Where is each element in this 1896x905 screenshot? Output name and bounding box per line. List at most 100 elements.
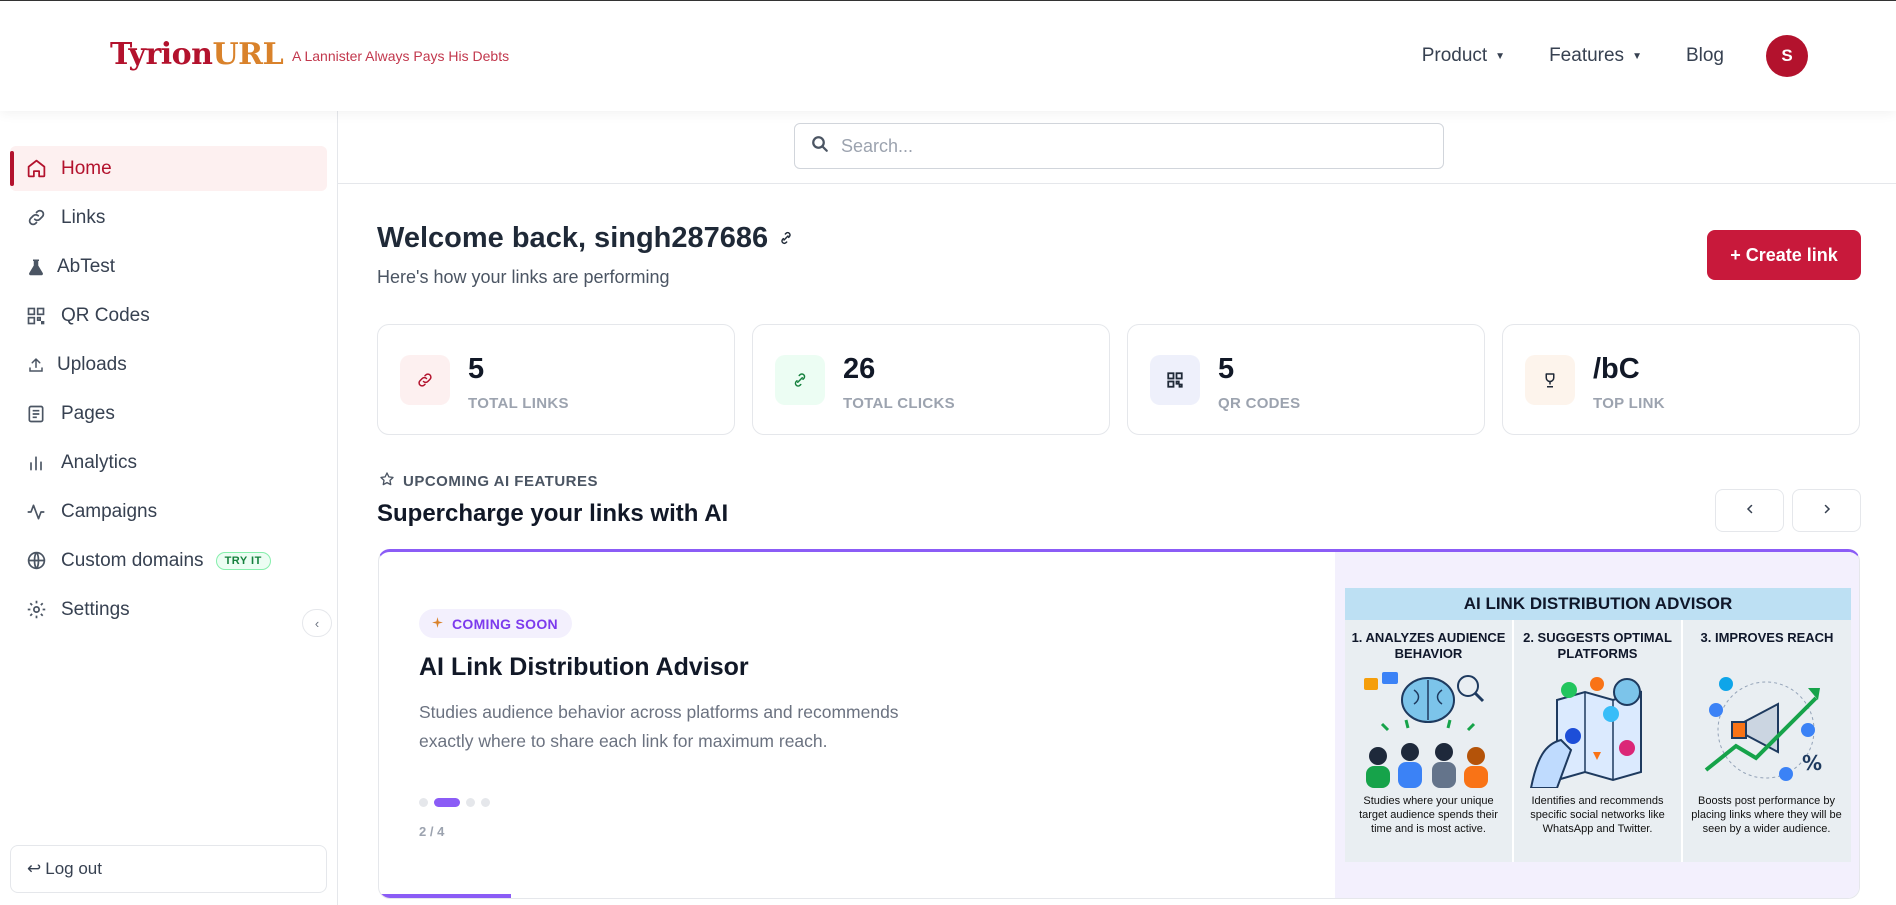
search-bar-area xyxy=(338,111,1896,184)
welcome-title: Welcome back, singh287686 xyxy=(377,222,769,254)
carousel-next-button[interactable] xyxy=(1792,489,1861,532)
welcome-heading: Welcome back, singh287686 xyxy=(377,222,794,255)
autoplay-progress-bar xyxy=(379,894,511,898)
sidebar-item-home[interactable]: Home xyxy=(10,146,327,191)
slide-counter: 2 / 4 xyxy=(419,824,445,839)
flask-icon xyxy=(25,256,47,278)
feature-carousel-card: COMING SOON AI Link Distribution Advisor… xyxy=(378,549,1860,899)
infographic-column-text: Studies where your unique target audienc… xyxy=(1359,795,1498,835)
sidebar-item-analytics[interactable]: Analytics xyxy=(10,440,327,485)
stat-value: 5 xyxy=(468,353,485,385)
logout-button[interactable]: ↩ Log out xyxy=(10,845,327,893)
gear-icon xyxy=(25,599,47,621)
link-icon xyxy=(400,355,450,405)
sidebar-item-label: Links xyxy=(61,206,106,228)
home-icon xyxy=(25,158,47,180)
stat-card-qr-codes: 5 QR CODES xyxy=(1127,324,1485,435)
create-link-button[interactable]: + Create link xyxy=(1707,230,1861,280)
trophy-icon xyxy=(1525,355,1575,405)
infographic-column-heading: 2. SUGGESTS OPTIMAL PLATFORMS xyxy=(1523,630,1672,661)
try-it-badge: TRY IT xyxy=(215,551,271,570)
sidebar-item-label: Custom domains xyxy=(61,549,204,571)
carousel-dot[interactable] xyxy=(419,798,428,807)
svg-text:%: % xyxy=(1802,751,1822,775)
sidebar-item-label: AbTest xyxy=(57,255,116,277)
infographic-column: 1. ANALYZES AUDIENCE BEHAVIOR Studies wh… xyxy=(1345,620,1512,862)
sparkle-icon xyxy=(431,616,444,632)
infographic-column-text: Identifies and recommends specific socia… xyxy=(1530,795,1665,835)
stat-card-top-link: /bC TOP LINK xyxy=(1502,324,1860,435)
logout-icon: ↩ xyxy=(27,859,42,878)
chevron-left-icon xyxy=(1744,502,1756,520)
badge-text: COMING SOON xyxy=(452,615,558,632)
sidebar-item-abtest[interactable]: AbTest xyxy=(10,244,327,289)
nav-label: Product xyxy=(1421,45,1488,66)
carousel-prev-button[interactable] xyxy=(1715,489,1784,532)
caret-down-icon: ▼ xyxy=(1495,50,1506,62)
map-platforms-illustration xyxy=(1529,677,1642,788)
coming-soon-badge: COMING SOON xyxy=(419,609,572,638)
sidebar-item-label: Campaigns xyxy=(61,500,158,522)
sidebar-item-label: QR Codes xyxy=(61,304,150,326)
stat-value: 26 xyxy=(843,353,876,385)
top-header: TyrionURL A Lannister Always Pays His De… xyxy=(0,0,1896,111)
page-icon xyxy=(25,403,47,425)
chevron-right-icon xyxy=(1821,502,1833,520)
stat-label: QR CODES xyxy=(1218,395,1301,412)
upload-icon xyxy=(25,354,47,376)
sidebar-item-pages[interactable]: Pages xyxy=(10,391,327,436)
infographic-title: AI LINK DISTRIBUTION ADVISOR xyxy=(1345,588,1851,620)
brain-audience-illustration xyxy=(1364,672,1488,788)
infographic-column: 3. IMPROVES REACH % Boosts post performa… xyxy=(1683,620,1851,862)
chevron-left-icon: ‹ xyxy=(314,615,320,631)
stat-label: TOTAL CLICKS xyxy=(843,395,955,412)
search-input[interactable] xyxy=(841,135,1401,157)
sidebar-item-label: Uploads xyxy=(57,353,127,375)
qr-icon xyxy=(1150,355,1200,405)
top-nav: Product ▼ Features ▼ Blog S xyxy=(1422,35,1808,77)
sidebar-item-uploads[interactable]: Uploads xyxy=(10,342,327,387)
sidebar-item-label: Settings xyxy=(61,598,130,620)
carousel-dot[interactable] xyxy=(481,798,490,807)
sidebar-collapse-button[interactable]: ‹ xyxy=(302,609,332,637)
tagline: A Lannister Always Pays His Debts xyxy=(292,48,510,64)
sidebar-item-settings[interactable]: Settings xyxy=(10,587,327,632)
carousel-dot[interactable] xyxy=(434,798,460,807)
nav-features[interactable]: Features ▼ xyxy=(1549,45,1642,67)
logo[interactable]: TyrionURL xyxy=(110,37,284,72)
stat-value: 5 xyxy=(1218,353,1235,385)
sidebar: Home Links AbTest QR Codes Uploads Pages xyxy=(0,111,338,905)
sidebar-item-label: Pages xyxy=(61,402,115,424)
section-title: Supercharge your links with AI xyxy=(377,500,729,527)
globe-icon xyxy=(25,550,47,572)
sidebar-item-campaigns[interactable]: Campaigns xyxy=(10,489,327,534)
sidebar-item-label: Home xyxy=(61,157,112,179)
qr-grid-icon xyxy=(25,305,47,327)
click-icon xyxy=(775,355,825,405)
upcoming-eyebrow: UPCOMING AI FEATURES xyxy=(379,471,598,491)
search-box[interactable] xyxy=(794,123,1444,169)
bar-chart-icon xyxy=(25,452,47,474)
sidebar-item-links[interactable]: Links xyxy=(10,195,327,240)
feature-title: AI Link Distribution Advisor xyxy=(419,653,749,681)
feature-infographic: AI LINK DISTRIBUTION ADVISOR 1. ANALYZES… xyxy=(1345,588,1851,862)
sidebar-item-custom-domains[interactable]: Custom domains TRY IT xyxy=(10,538,327,583)
nav-blog[interactable]: Blog xyxy=(1686,45,1724,67)
caret-down-icon: ▼ xyxy=(1632,50,1642,62)
infographic-column: 2. SUGGESTS OPTIMAL PLATFORMS Identifies… xyxy=(1514,620,1681,862)
carousel-dot[interactable] xyxy=(466,798,475,807)
stat-label: TOP LINK xyxy=(1593,395,1665,412)
avatar[interactable]: S xyxy=(1766,35,1808,77)
stat-value: /bC xyxy=(1593,353,1640,385)
nav-product[interactable]: Product ▼ xyxy=(1422,45,1505,67)
stat-card-total-links: 5 TOTAL LINKS xyxy=(377,324,735,435)
logout-label: Log out xyxy=(45,859,102,878)
search-icon xyxy=(811,135,829,158)
eyebrow-text: UPCOMING AI FEATURES xyxy=(403,472,599,490)
megaphone-reach-illustration: % xyxy=(1704,677,1822,781)
carousel-dots xyxy=(419,798,490,807)
sidebar-item-qr-codes[interactable]: QR Codes xyxy=(10,293,327,338)
feature-description: Studies audience behavior across platfor… xyxy=(419,702,899,751)
feature-image-panel: AI LINK DISTRIBUTION ADVISOR 1. ANALYZES… xyxy=(1335,552,1859,898)
welcome-subtitle: Here's how your links are performing xyxy=(377,267,670,287)
